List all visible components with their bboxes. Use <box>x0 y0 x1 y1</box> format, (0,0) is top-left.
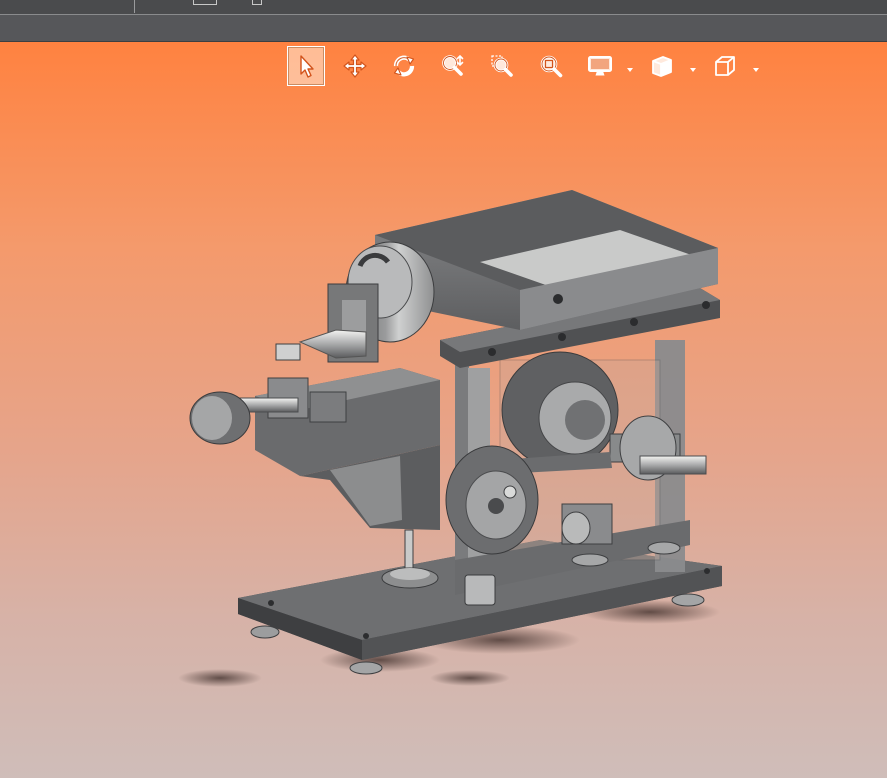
document-tab-icon-small[interactable] <box>252 0 262 5</box>
drive-handwheel[interactable] <box>445 445 539 555</box>
vise-table[interactable] <box>255 368 440 530</box>
cad-application-window <box>0 0 887 778</box>
command-manager-bar <box>0 15 887 42</box>
tab-separator <box>134 0 135 13</box>
graphics-viewport[interactable] <box>0 42 887 778</box>
top-tab-strip <box>0 0 887 15</box>
cutter-tool[interactable] <box>275 329 367 361</box>
document-tab-icon[interactable] <box>193 0 217 5</box>
cad-assembly-model[interactable] <box>0 42 887 778</box>
height-adjust-post[interactable] <box>381 529 439 589</box>
